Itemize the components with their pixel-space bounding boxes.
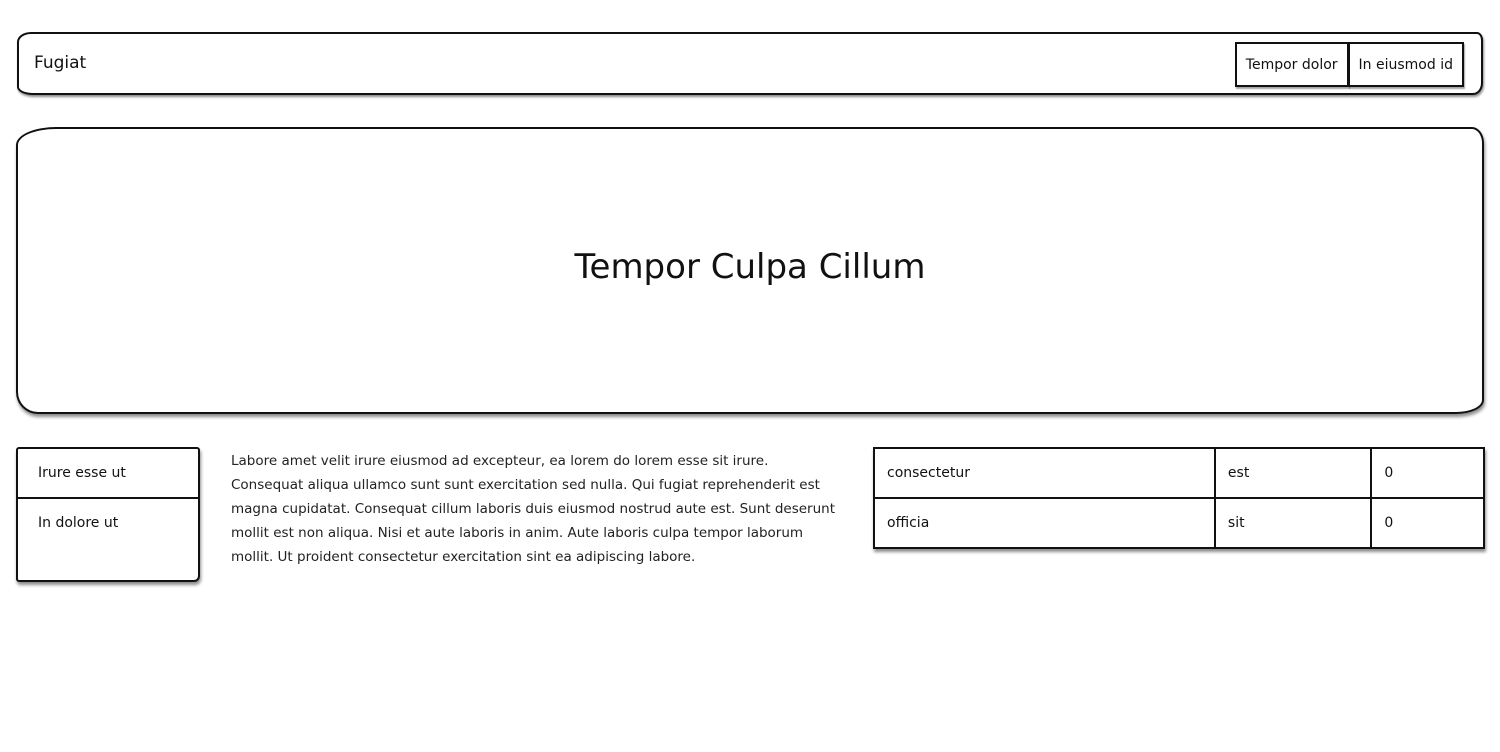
nav-button-tempor-dolor[interactable]: Tempor dolor (1234, 42, 1349, 87)
sidebar-item-irure-esse-ut[interactable]: Irure esse ut (18, 449, 198, 499)
table-cell: 0 (1370, 497, 1485, 549)
sidebar-list: Irure esse ut In dolore ut (16, 447, 200, 582)
hero-banner: Tempor Culpa Cillum (16, 127, 1484, 414)
table-cell: consectetur (873, 447, 1216, 499)
body-paragraph: Labore amet velit irure eiusmod ad excep… (231, 453, 836, 565)
table-row: officia sit 0 (873, 497, 1485, 549)
nav-button-in-eiusmod-id[interactable]: In eiusmod id (1347, 42, 1464, 87)
top-navbar: Fugiat Tempor dolor In eiusmod id (17, 32, 1483, 95)
sidebar-item-in-dolore-ut[interactable]: In dolore ut (18, 499, 198, 549)
hero-title: Tempor Culpa Cillum (574, 247, 926, 287)
table-cell: est (1213, 447, 1373, 499)
table-cell: officia (873, 497, 1216, 549)
nav-button-group: Tempor dolor In eiusmod id (1234, 42, 1464, 87)
table-cell: 0 (1370, 447, 1485, 499)
brand-logo-text[interactable]: Fugiat (34, 53, 86, 73)
table-row: consectetur est 0 (873, 447, 1485, 499)
data-table: consectetur est 0 officia sit 0 (873, 447, 1485, 549)
table-cell: sit (1213, 497, 1373, 549)
